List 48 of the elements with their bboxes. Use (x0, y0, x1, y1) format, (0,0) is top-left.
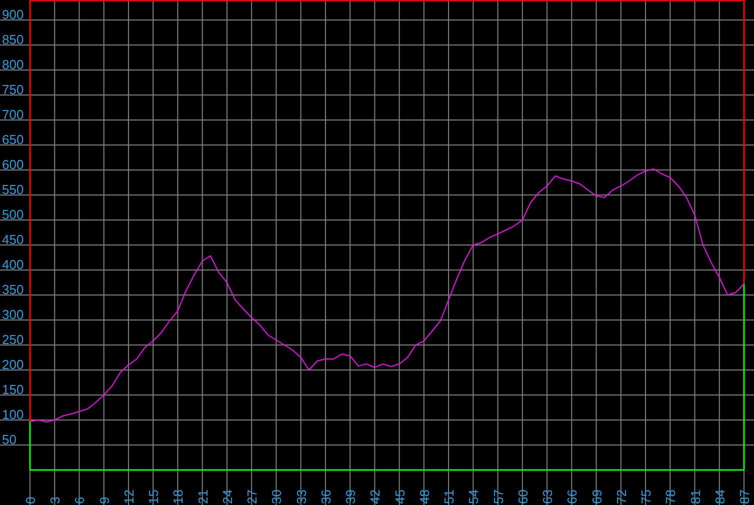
x-tick-label: 87 (737, 490, 752, 504)
y-tick-label: 150 (2, 382, 24, 397)
x-tick-label: 69 (589, 490, 604, 504)
x-tick-label: 9 (96, 496, 112, 504)
y-tick-label: 750 (2, 82, 24, 97)
x-tick-label: 36 (318, 490, 334, 504)
x-tick-label: 18 (170, 490, 186, 504)
y-tick-label: 900 (2, 7, 24, 22)
y-tick-label: 650 (2, 132, 24, 147)
x-tick-label: 27 (244, 490, 260, 504)
x-tick-label: 42 (368, 490, 383, 504)
x-tick-label: 84 (712, 490, 728, 504)
x-tick-label: 78 (663, 490, 678, 504)
y-tick-label: 300 (2, 307, 24, 322)
y-tick-label: 50 (2, 432, 16, 447)
y-tick-label: 550 (2, 182, 24, 197)
y-tick-label: 400 (2, 257, 24, 272)
x-tick-label: 24 (220, 490, 235, 504)
x-tick-label: 54 (466, 490, 482, 504)
x-tick-label: 81 (688, 490, 703, 504)
x-tick-label: 3 (48, 496, 63, 504)
x-tick-label: 60 (515, 490, 530, 504)
y-tick-label: 250 (2, 332, 24, 347)
x-tick-label: 15 (146, 490, 162, 504)
x-tick-label: 30 (269, 490, 284, 504)
y-tick-label: 200 (2, 357, 24, 372)
y-tick-label: 350 (2, 282, 24, 297)
x-tick-label: 66 (564, 490, 580, 504)
y-tick-label: 450 (2, 232, 24, 247)
y-tick-label: 500 (2, 207, 24, 222)
y-tick-label: 600 (2, 157, 24, 172)
x-tick-label: 48 (416, 490, 432, 504)
x-tick-label: 12 (121, 490, 136, 504)
x-tick-label: 63 (540, 490, 556, 504)
x-tick-label: 21 (195, 490, 210, 504)
x-tick-label: 45 (392, 490, 408, 504)
x-tick-label: 51 (442, 490, 457, 504)
x-tick-label: 75 (638, 490, 654, 504)
x-tick-label: 33 (294, 490, 309, 504)
x-tick-label: 6 (72, 496, 88, 504)
x-tick-label: 72 (614, 490, 629, 504)
y-tick-label: 100 (2, 407, 24, 422)
x-tick-label: 57 (490, 490, 506, 504)
y-tick-label: 800 (2, 57, 24, 72)
x-tick-label: 39 (343, 490, 358, 504)
x-tick-label: 0 (23, 496, 38, 504)
y-tick-label: 850 (2, 32, 24, 47)
y-tick-label: 700 (2, 107, 24, 122)
